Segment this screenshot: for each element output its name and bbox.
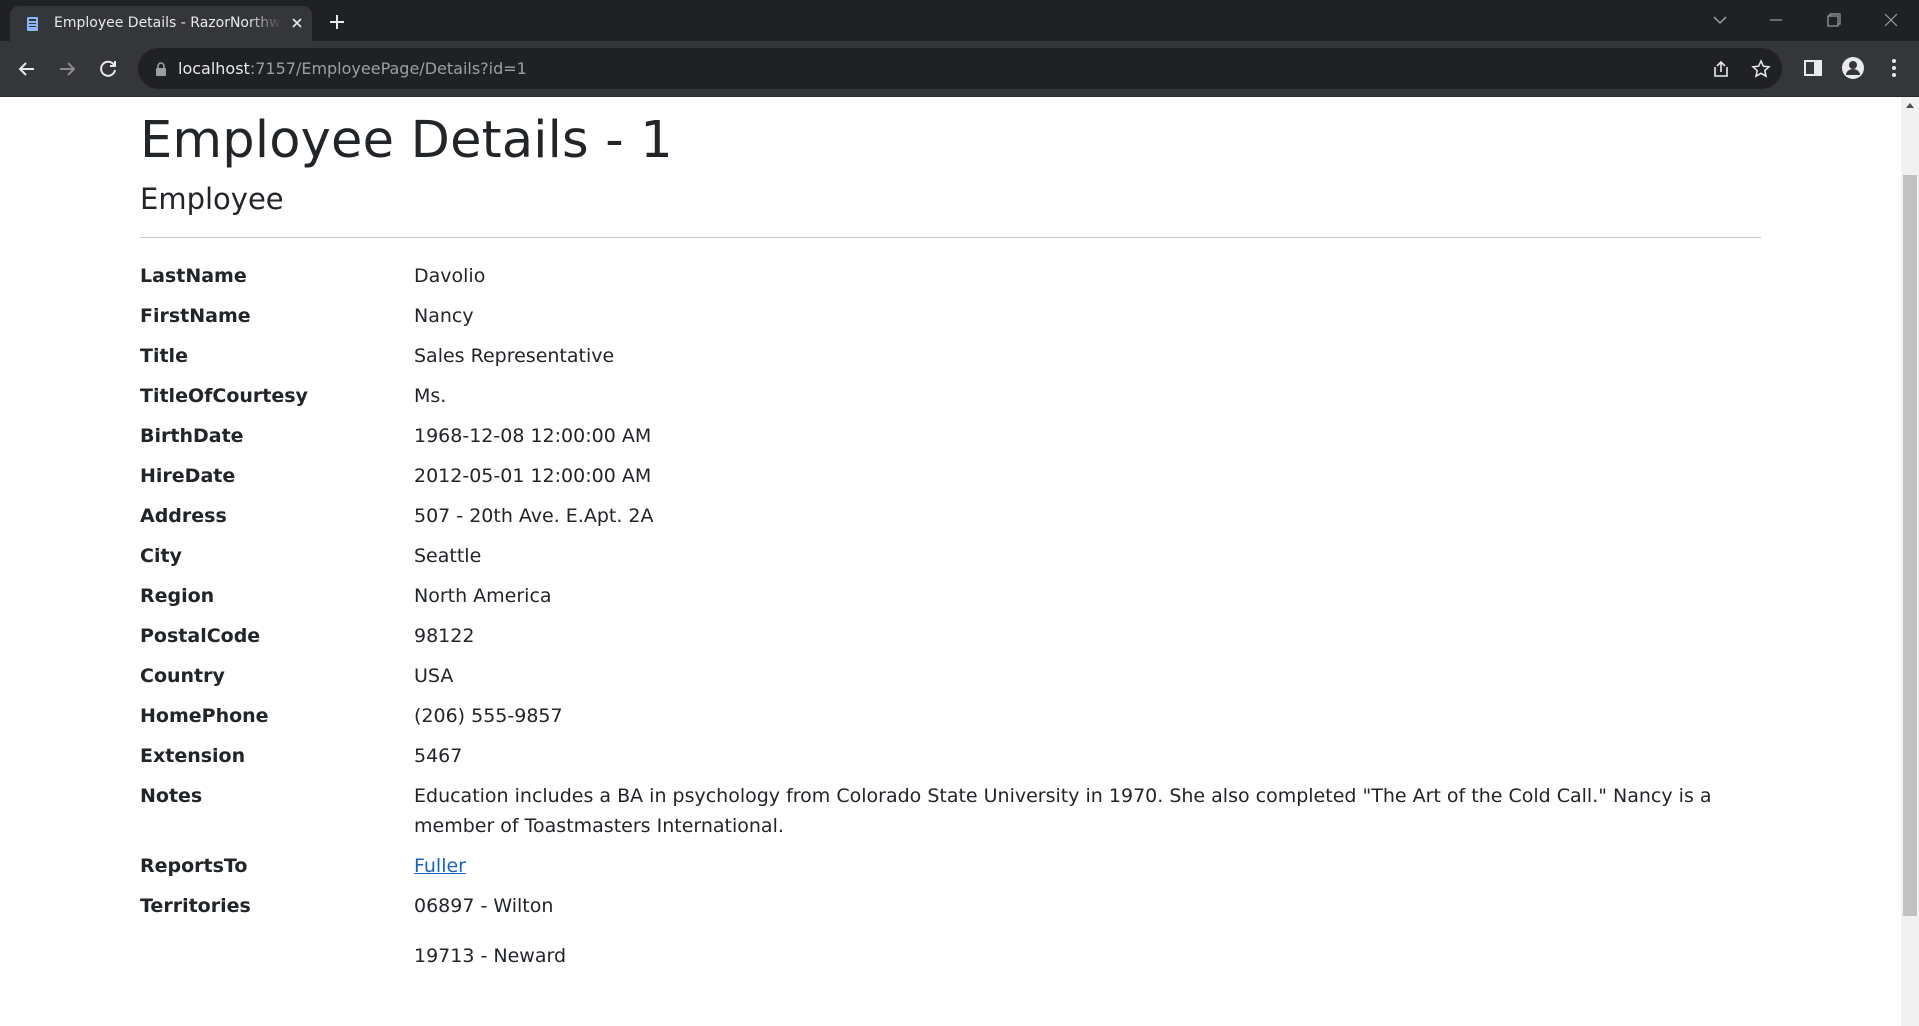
scroll-up-arrow-icon[interactable] bbox=[1906, 103, 1914, 108]
label-extension: Extension bbox=[140, 745, 246, 767]
side-panel-icon[interactable] bbox=[1801, 56, 1825, 80]
tab-title: Employee Details - RazorNorthwind bbox=[54, 15, 282, 31]
address-bar[interactable]: localhost:7157/EmployeePage/Details?id=1 bbox=[138, 48, 1782, 89]
label-lastname: LastName bbox=[140, 265, 247, 287]
label-firstname: FirstName bbox=[140, 305, 251, 327]
label-notes: Notes bbox=[140, 785, 203, 807]
share-icon[interactable] bbox=[1710, 58, 1732, 80]
label-country: Country bbox=[140, 665, 225, 687]
label-territories: Territories bbox=[140, 895, 251, 917]
value-country: USA bbox=[414, 665, 454, 687]
section-heading: Employee bbox=[140, 182, 284, 216]
profile-avatar-icon[interactable] bbox=[1841, 56, 1865, 80]
value-city: Seattle bbox=[414, 545, 482, 567]
reload-icon[interactable] bbox=[94, 55, 122, 83]
label-reportsto: ReportsTo bbox=[140, 855, 248, 877]
browser-tab-active[interactable]: Employee Details - RazorNorthwind bbox=[10, 6, 312, 41]
value-firstname: Nancy bbox=[414, 305, 474, 327]
value-region: North America bbox=[414, 585, 552, 607]
value-lastname: Davolio bbox=[414, 265, 486, 287]
divider bbox=[140, 237, 1761, 238]
back-arrow-icon[interactable] bbox=[13, 55, 41, 83]
minimize-icon[interactable] bbox=[1764, 8, 1788, 32]
label-title: Title bbox=[140, 345, 188, 367]
url-host: localhost bbox=[178, 59, 250, 78]
page-title: Employee Details - 1 bbox=[140, 111, 673, 170]
browser-toolbar: localhost:7157/EmployeePage/Details?id=1 bbox=[0, 41, 1919, 97]
label-postalcode: PostalCode bbox=[140, 625, 261, 647]
page-viewport: Employee Details - 1 Employee LastName D… bbox=[0, 97, 1919, 1026]
label-birthdate: BirthDate bbox=[140, 425, 244, 447]
value-extension: 5467 bbox=[414, 745, 463, 767]
bookmark-star-icon[interactable] bbox=[1750, 58, 1772, 80]
url-text[interactable]: localhost:7157/EmployeePage/Details?id=1 bbox=[178, 58, 527, 79]
label-region: Region bbox=[140, 585, 215, 607]
label-homephone: HomePhone bbox=[140, 705, 269, 727]
vertical-scrollbar[interactable] bbox=[1901, 97, 1919, 1026]
territory-item: 19713 - Neward bbox=[414, 945, 566, 967]
close-tab-icon[interactable] bbox=[289, 15, 305, 31]
value-reportsto: Fuller bbox=[414, 851, 466, 881]
label-address: Address bbox=[140, 505, 227, 527]
territory-item: 06897 - Wilton bbox=[414, 895, 554, 917]
value-postalcode: 98122 bbox=[414, 625, 475, 647]
browser-tabstrip: Employee Details - RazorNorthwind bbox=[0, 0, 1919, 41]
close-window-icon[interactable] bbox=[1879, 8, 1903, 32]
kebab-menu-icon[interactable] bbox=[1882, 56, 1906, 80]
value-address: 507 - 20th Ave. E.Apt. 2A bbox=[414, 505, 654, 527]
value-title: Sales Representative bbox=[414, 345, 615, 367]
scrollbar-thumb[interactable] bbox=[1903, 175, 1917, 916]
value-titleofcourtesy: Ms. bbox=[414, 385, 447, 407]
label-hiredate: HireDate bbox=[140, 465, 236, 487]
label-city: City bbox=[140, 545, 182, 567]
tab-search-chevron-icon[interactable] bbox=[1708, 8, 1732, 32]
new-tab-icon[interactable] bbox=[325, 10, 349, 34]
value-hiredate: 2012-05-01 12:00:00 AM bbox=[414, 465, 652, 487]
label-titleofcourtesy: TitleOfCourtesy bbox=[140, 385, 308, 407]
document-icon bbox=[27, 17, 38, 31]
value-homephone: (206) 555-9857 bbox=[414, 705, 563, 727]
value-notes: Education includes a BA in psychology fr… bbox=[414, 785, 1712, 837]
url-path: :7157/EmployeePage/Details?id=1 bbox=[249, 59, 527, 78]
value-birthdate: 1968-12-08 12:00:00 AM bbox=[414, 425, 652, 447]
forward-arrow-icon[interactable] bbox=[53, 55, 81, 83]
reportsto-link[interactable]: Fuller bbox=[414, 855, 466, 877]
lock-icon[interactable] bbox=[154, 61, 168, 77]
restore-icon[interactable] bbox=[1822, 8, 1846, 32]
